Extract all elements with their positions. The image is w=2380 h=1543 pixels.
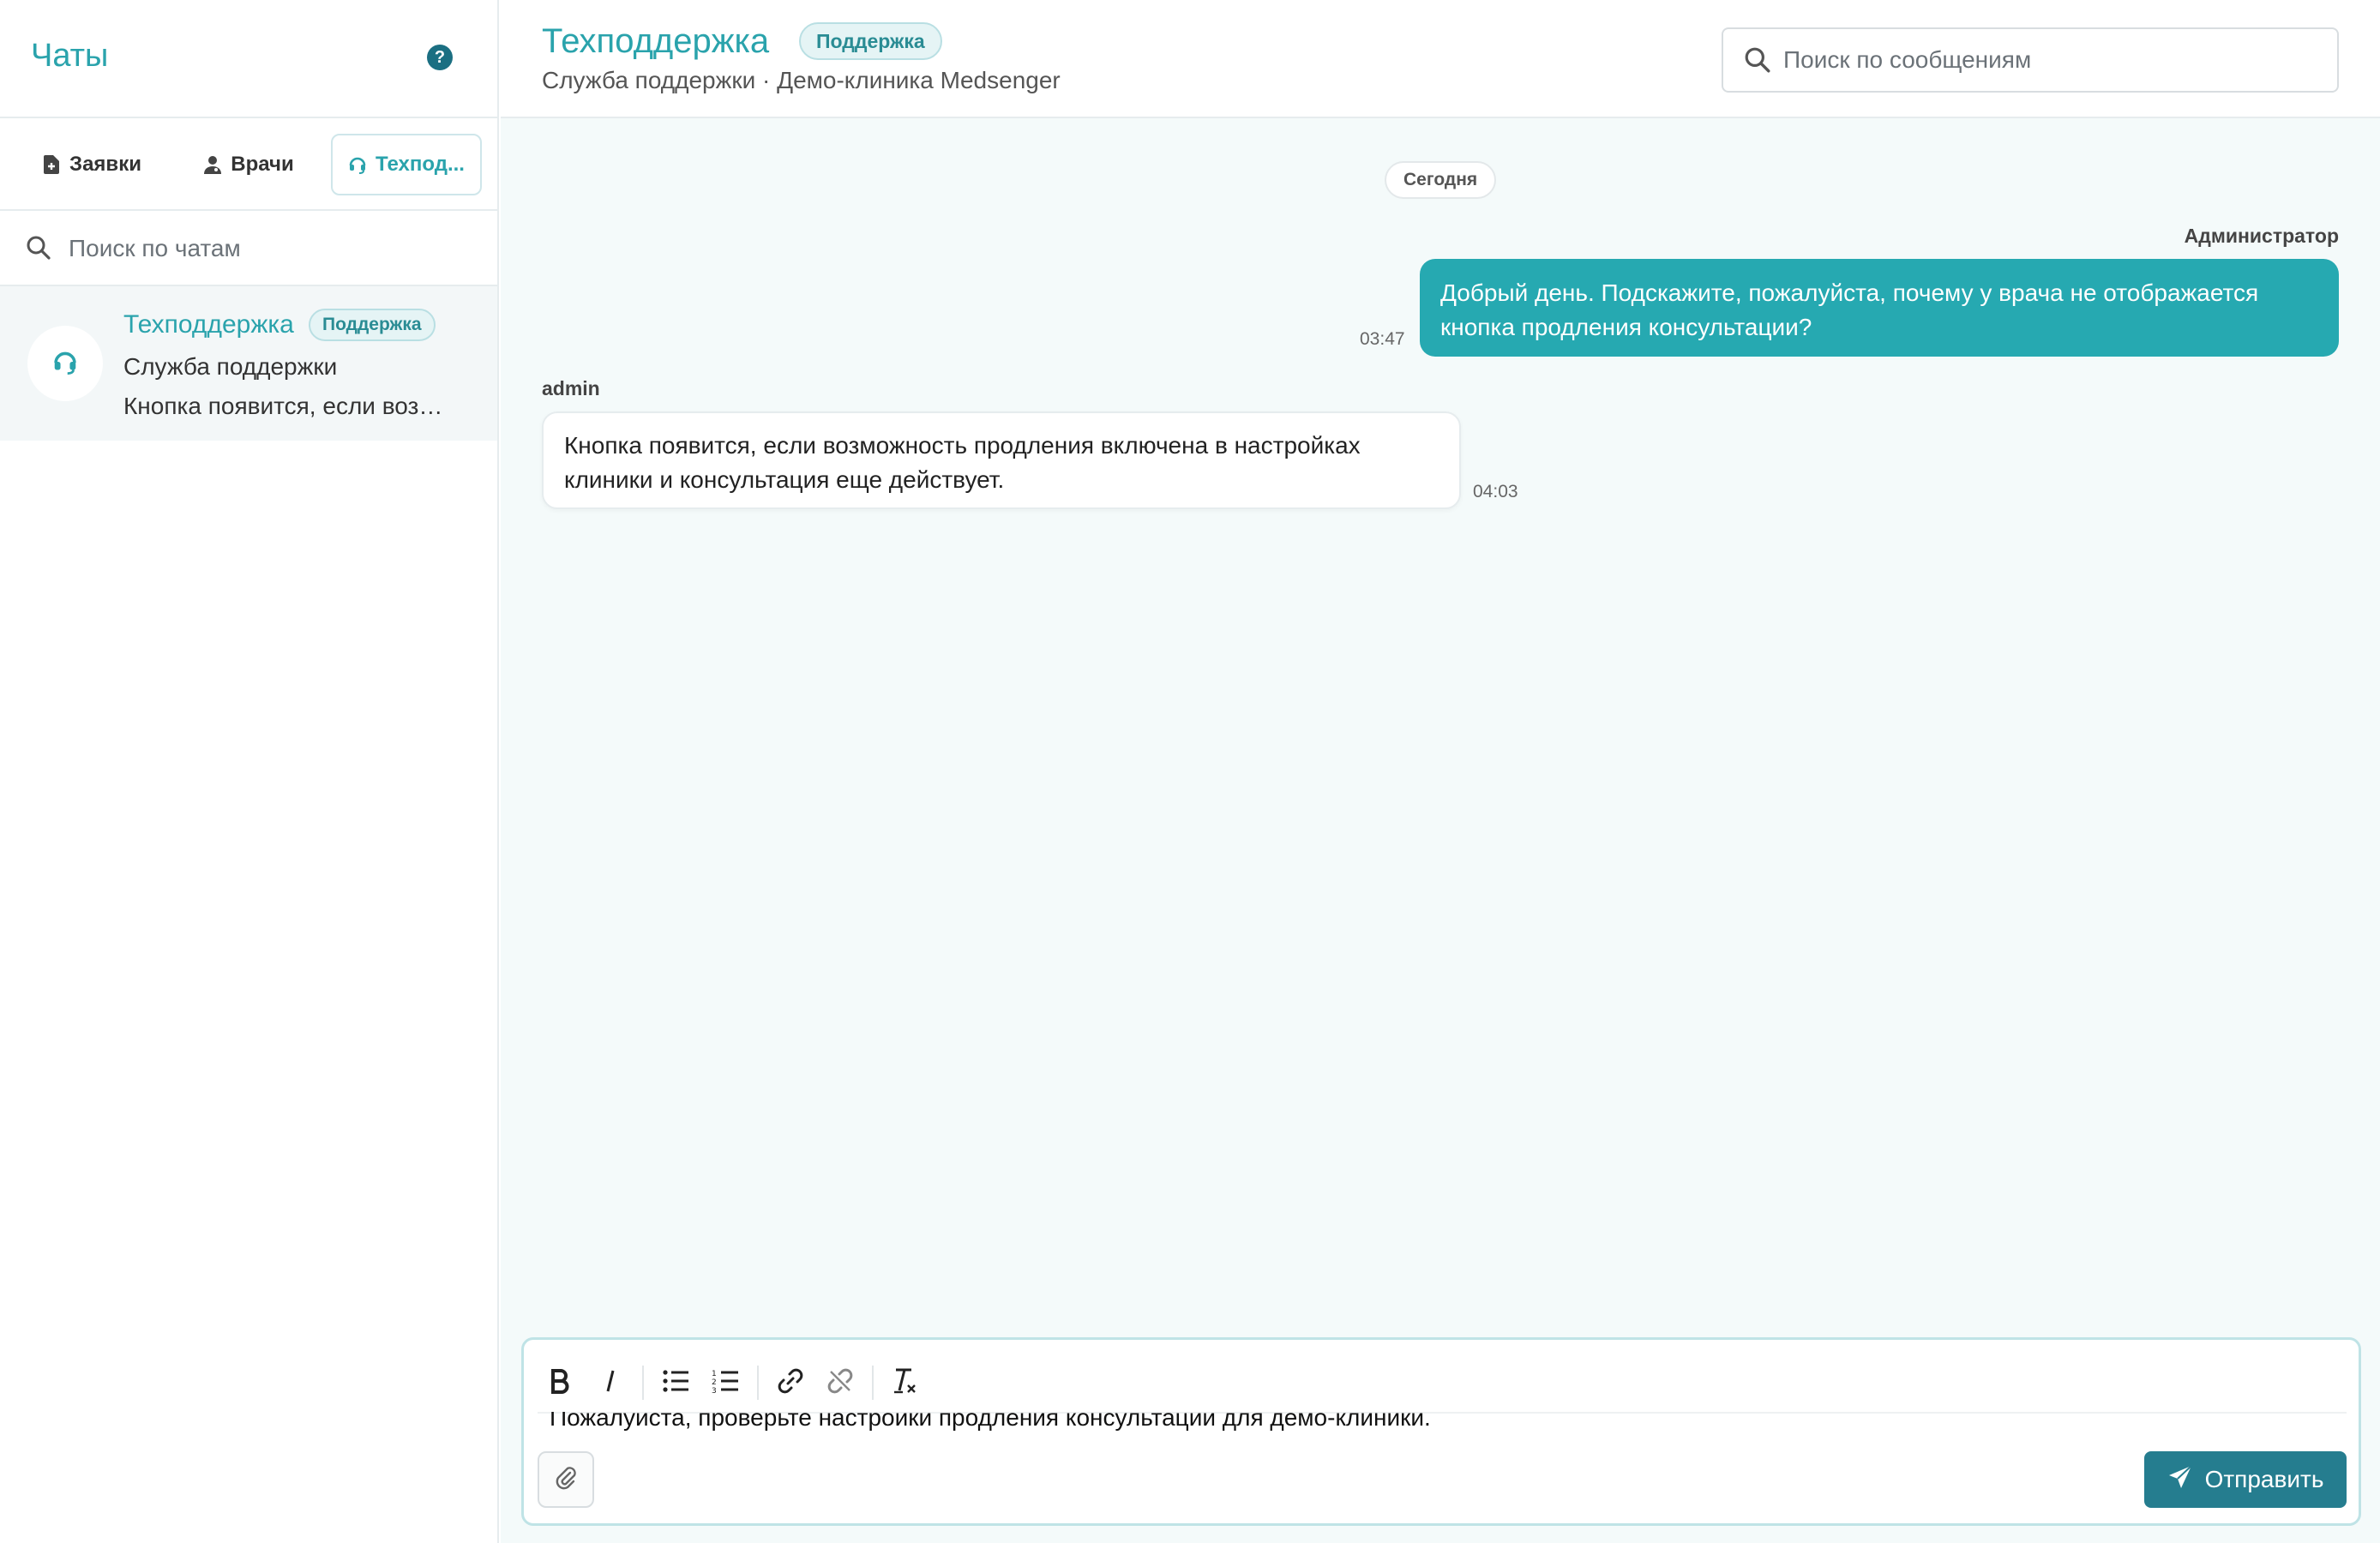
unlink-icon bbox=[826, 1366, 855, 1400]
formatting-toolbar: 123 bbox=[538, 1354, 2347, 1414]
chat-name: Техподдержка bbox=[123, 310, 294, 339]
italic-icon bbox=[601, 1368, 620, 1398]
numbered-list-button[interactable]: 123 bbox=[702, 1360, 748, 1406]
send-icon bbox=[2167, 1464, 2193, 1496]
chat-search bbox=[0, 211, 497, 286]
svg-text:1: 1 bbox=[712, 1370, 717, 1378]
message-composer: 123 Пожалуйста, проверьте настройки прод… bbox=[521, 1337, 2361, 1526]
date-divider: Сегодня bbox=[1385, 161, 1497, 199]
page-title: Техподдержка bbox=[542, 22, 770, 60]
message-time: 04:03 bbox=[1473, 482, 1518, 501]
bullet-list-button[interactable] bbox=[652, 1360, 699, 1406]
bold-button[interactable] bbox=[538, 1360, 584, 1406]
tab-label: Заявки bbox=[69, 153, 141, 176]
bullet-list-icon bbox=[662, 1368, 689, 1398]
message-sender: Администратор bbox=[2184, 225, 2339, 247]
chat-sidebar: Чаты ? Заявки Врачи Техпод... Поиск по ч… bbox=[0, 0, 499, 1543]
send-button[interactable]: Отправить bbox=[2144, 1451, 2347, 1508]
message-sender: admin bbox=[542, 377, 600, 399]
file-plus-icon bbox=[42, 155, 61, 174]
tab-label: Врачи bbox=[231, 153, 294, 176]
message-input[interactable]: Пожалуйста, проверьте настройки продлени… bbox=[550, 1412, 2264, 1434]
message-input-text: Пожалуйста, проверьте настройки продлени… bbox=[550, 1412, 1431, 1431]
clear-format-button[interactable] bbox=[882, 1360, 929, 1406]
outgoing-message: Добрый день. Подскажите, пожалуйста, поч… bbox=[1420, 259, 2339, 357]
toolbar-divider bbox=[757, 1366, 759, 1400]
chat-subtitle: Служба поддержки bbox=[123, 353, 338, 380]
toolbar-divider bbox=[642, 1366, 644, 1400]
link-icon bbox=[776, 1366, 805, 1400]
search-icon bbox=[26, 235, 51, 265]
chat-header: Техподдержка Поддержка Служба поддержки … bbox=[501, 0, 2380, 118]
svg-text:2: 2 bbox=[712, 1378, 717, 1387]
incoming-message: Кнопка появится, если возможность продле… bbox=[542, 411, 1461, 509]
numbered-list-icon: 123 bbox=[712, 1368, 739, 1398]
chat-list-item[interactable]: Техподдержка Поддержка Служба поддержки … bbox=[0, 286, 497, 441]
bold-icon bbox=[550, 1368, 572, 1398]
avatar bbox=[27, 326, 103, 401]
chat-last-message: Кнопка появится, если возможность продле… bbox=[123, 393, 449, 419]
svg-text:3: 3 bbox=[712, 1387, 717, 1394]
message-search bbox=[1722, 27, 2339, 93]
doctor-icon bbox=[203, 155, 222, 174]
paperclip-icon bbox=[555, 1465, 577, 1495]
sidebar-header: Чаты ? bbox=[0, 0, 497, 118]
chat-main: Техподдержка Поддержка Служба поддержки … bbox=[501, 0, 2380, 1543]
clear-format-icon bbox=[891, 1366, 920, 1400]
headset-icon bbox=[52, 349, 78, 379]
sidebar-title: Чаты bbox=[31, 38, 109, 74]
chat-category-tabs: Заявки Врачи Техпод... bbox=[0, 118, 497, 211]
help-icon[interactable]: ? bbox=[427, 45, 453, 70]
attach-button[interactable] bbox=[538, 1451, 594, 1508]
tab-doctors[interactable]: Врачи bbox=[171, 134, 326, 195]
chat-header-subtitle: Служба поддержки · Демо-клиника Medsenge… bbox=[542, 67, 1061, 93]
chat-search-input[interactable] bbox=[69, 226, 480, 271]
link-button[interactable] bbox=[767, 1360, 814, 1406]
italic-button[interactable] bbox=[587, 1360, 634, 1406]
message-search-input[interactable] bbox=[1783, 39, 2315, 81]
tab-label: Техпод... bbox=[376, 153, 465, 176]
tab-support[interactable]: Техпод... bbox=[331, 134, 482, 195]
toolbar-divider bbox=[872, 1366, 874, 1400]
chat-badge: Поддержка bbox=[309, 309, 436, 341]
search-icon bbox=[1744, 46, 1771, 78]
headset-icon bbox=[348, 155, 367, 174]
unlink-button[interactable] bbox=[817, 1360, 863, 1406]
tab-requests[interactable]: Заявки bbox=[19, 134, 165, 195]
send-button-label: Отправить bbox=[2204, 1466, 2324, 1492]
status-badge: Поддержка bbox=[799, 22, 942, 60]
message-time: 03:47 bbox=[1360, 329, 1405, 349]
